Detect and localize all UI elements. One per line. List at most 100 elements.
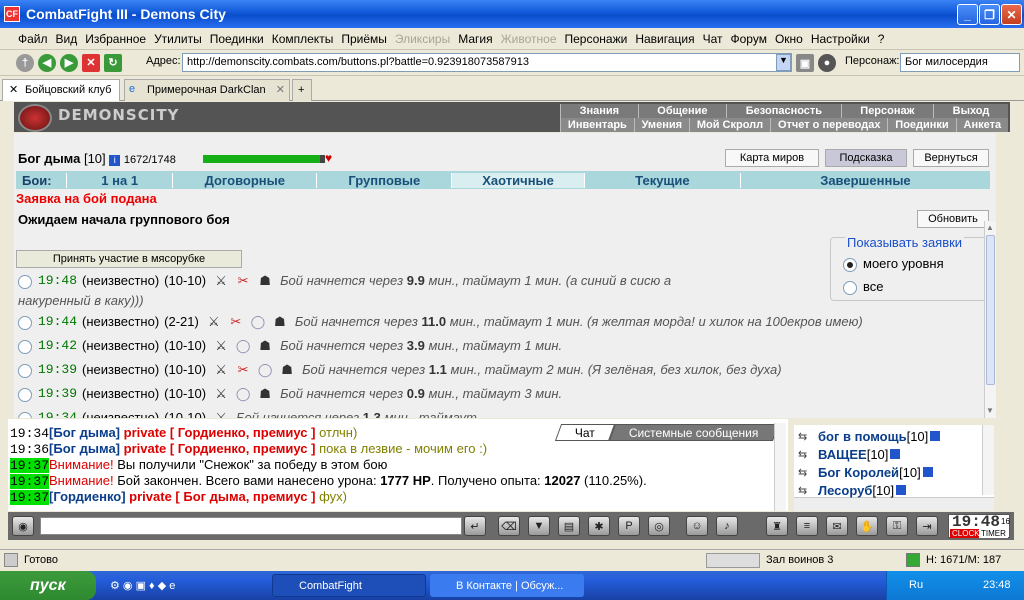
back-icon[interactable]: ◀ [38, 53, 56, 72]
hint-button[interactable]: Подсказка [825, 149, 907, 167]
menu-item[interactable]: Магия [458, 32, 492, 46]
user-info-icon[interactable] [930, 431, 941, 441]
maximize-button[interactable]: ❐ [979, 4, 1000, 25]
helmet-dark-icon[interactable]: ☗ [257, 386, 273, 402]
refresh-icon[interactable]: ↻ [104, 53, 122, 72]
menu-item[interactable]: Файл [18, 32, 48, 46]
bag-icon[interactable]: ♜ [766, 516, 788, 536]
user-action-icon[interactable]: ⇆ [798, 448, 818, 461]
request-row[interactable]: 19:39 (неизвестно) (10-10) ⚔ ◯ ☗ Бой начнется … [18, 386, 562, 408]
request-row[interactable]: 19:48 (неизвестно) (10-10) ⚔ ✂ ☗ Бой начнется … [18, 273, 671, 295]
user-name[interactable]: Бог Королей [818, 465, 899, 480]
fight-tab[interactable]: 1 на 1 [66, 172, 172, 188]
menu-item[interactable]: Чат [703, 32, 723, 46]
return-button[interactable]: Вернуться [913, 149, 989, 167]
main-scrollbar[interactable]: ▲ ▼ [984, 221, 996, 418]
chat-text[interactable]: [Гордиенко] [49, 489, 126, 504]
request-radio[interactable] [18, 364, 32, 378]
helmet-dark-icon[interactable]: ☗ [257, 273, 273, 289]
menu-item[interactable]: Приёмы [341, 32, 387, 46]
orb-icon[interactable]: ◯ [235, 338, 251, 354]
crossed-swords-icon[interactable]: ⚔ [206, 314, 222, 330]
user-row[interactable]: ⇆ Лесоруб [10] [798, 481, 907, 499]
status-icons[interactable] [706, 553, 760, 568]
stop-icon[interactable]: ✕ [82, 53, 100, 72]
helmet-dark-icon[interactable]: ☗ [279, 362, 295, 378]
request-radio[interactable] [18, 388, 32, 402]
chat-time[interactable]: 19:37 [10, 458, 50, 473]
chat-time[interactable]: 19:37 [10, 490, 50, 505]
user-row[interactable]: ⇆ бог в помощь [10] [798, 427, 941, 445]
tab-fight-club[interactable]: ✕ Бойцовский клуб [2, 79, 121, 101]
close-button[interactable]: ✕ [1001, 4, 1022, 25]
task-combatfight[interactable]: CombatFight [272, 574, 426, 597]
user-row[interactable]: ⇆ ВАЩЕЕ [10] [798, 445, 901, 463]
window-titlebar[interactable]: CF CombatFight III - Demons City _ ❐ ✕ [0, 0, 1024, 28]
forward-icon[interactable]: ▶ [60, 53, 78, 72]
tab-darkclan[interactable]: e Примерочная DarkClan ✕ [124, 79, 290, 101]
nav-link[interactable]: Инвентарь [560, 118, 634, 132]
crossed-swords-icon[interactable]: ⚔ [213, 273, 229, 289]
fight-tab[interactable]: Текущие [583, 172, 740, 188]
menu-item[interactable]: Поединки [210, 32, 264, 46]
request-radio[interactable] [18, 275, 32, 289]
lock-icon[interactable]: ⚿ [886, 516, 908, 536]
radio-all[interactable] [843, 281, 857, 295]
crossed-swords-icon[interactable]: ⚔ [213, 410, 229, 418]
menu-item[interactable]: ? [878, 32, 885, 46]
fight-tab[interactable]: Завершенные [739, 172, 990, 188]
user-info-icon[interactable] [896, 485, 907, 495]
close-tab-icon[interactable]: ✕ [276, 83, 285, 96]
users-scrollbar[interactable] [982, 425, 994, 495]
user-name[interactable]: бог в помощь [818, 429, 907, 444]
nav-link[interactable]: Выход [933, 104, 1008, 118]
nav-link[interactable]: Умения [633, 118, 689, 132]
chat-time[interactable]: 19:36 [10, 442, 49, 457]
nav-link[interactable]: Общение [637, 104, 726, 118]
join-button[interactable]: Принять участие в мясорубке [16, 250, 242, 268]
filter-option-mine[interactable]: моего уровня [843, 256, 944, 272]
user-name[interactable]: Лесоруб [818, 483, 872, 498]
menu-item[interactable]: Вид [56, 32, 78, 46]
nav-link[interactable]: Анкета [955, 118, 1008, 132]
tab-chat[interactable]: Чат [554, 424, 615, 441]
user-name[interactable]: ВАЩЕЕ [818, 447, 867, 462]
request-row[interactable]: 19:44 (неизвестно) (2-21) ⚔ ✂ ◯ ☗ Бой начнется … [18, 314, 863, 336]
clock-label[interactable]: CLOCK [950, 529, 982, 538]
user-action-icon[interactable]: ⇆ [798, 466, 818, 479]
exit-icon[interactable]: ⇥ [916, 516, 938, 536]
mic-icon[interactable]: ◎ [648, 516, 670, 536]
crossed-swords-icon[interactable]: ⚔ [213, 386, 229, 402]
eraser-icon[interactable]: ⌫ [498, 516, 520, 536]
users-icon[interactable]: ● [818, 54, 836, 72]
chat-time[interactable]: 19:34 [10, 426, 49, 441]
blade-red-icon[interactable]: ✂ [235, 362, 251, 378]
scrollbar-thumb[interactable] [986, 235, 995, 385]
address-dropdown-icon[interactable]: ▼ [776, 54, 791, 71]
chat-bubble-icon[interactable]: ✉ [826, 516, 848, 536]
task-vkontakte[interactable]: В Контакте | Обсуж... [430, 574, 584, 597]
close-tab-icon[interactable]: ✕ [9, 83, 18, 96]
menu-item[interactable]: Избранное [85, 32, 146, 46]
menu-item[interactable]: Навигация [635, 32, 694, 46]
user-row[interactable]: ⇆ Бог Королей [10] [798, 463, 933, 481]
hand-icon[interactable]: ✋ [856, 516, 878, 536]
world-map-button[interactable]: Карта миров [725, 149, 819, 167]
orb-icon[interactable]: ◯ [250, 314, 266, 330]
request-radio[interactable] [18, 412, 32, 418]
chat-scrollbar[interactable] [774, 423, 786, 511]
menu-item[interactable]: Животное [501, 32, 557, 46]
tool-icon[interactable]: ▣ [796, 54, 814, 72]
user-info-icon[interactable] [922, 467, 933, 477]
orb-icon[interactable]: ◯ [235, 386, 251, 402]
request-row[interactable]: 19:39 (неизвестно) (10-10) ⚔ ✂ ◯ ☗ Бой начнется… [18, 362, 782, 384]
timer-label[interactable]: TIMER [979, 529, 1008, 538]
refresh-button[interactable]: Обновить [917, 210, 989, 228]
scroll-icon[interactable]: ≡ [796, 516, 818, 536]
pin-icon[interactable]: † [16, 53, 34, 72]
chat-time[interactable]: 19:37 [10, 474, 50, 489]
start-button[interactable]: пуск [0, 571, 96, 600]
language-indicator[interactable]: Ru [909, 579, 923, 591]
nav-link[interactable]: Мой Скролл [688, 118, 770, 132]
request-row[interactable]: 19:34 (неизвестно) (10-10) ⚔ Бой начнется че… [18, 410, 477, 418]
